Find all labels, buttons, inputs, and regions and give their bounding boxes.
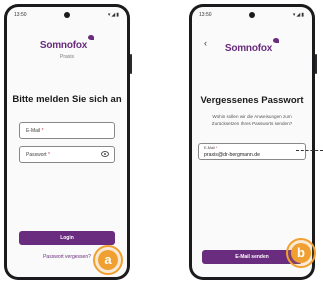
forgot-password-screen: 13:50 ▾◢▮ ‹ Somnofox Vergessenes Passwor… [192,7,312,277]
phone-frame-login: 13:50 ▾◢▮ Somnofox Praxis Bitte melden S… [4,4,132,280]
eye-icon[interactable] [101,151,109,157]
status-bar: 13:50 ▾◢▮ [14,12,120,20]
brand-name: Somnofox [39,40,88,51]
annotation-dashed-line [296,150,323,151]
somnofox-logo-mark-icon [88,35,95,40]
brand-subtitle: Praxis [60,54,74,60]
status-time: 13:50 [14,12,27,18]
phone-side-button [315,54,317,74]
email-field-label: E-Mail * [204,146,218,150]
status-bar: 13:50 ▾◢▮ [199,12,305,20]
page-title: Vergessenes Passwort [200,95,304,106]
app-logo: Somnofox [192,38,312,56]
phone-side-button [130,54,132,74]
brand-name: Somnofox [224,43,273,54]
status-time: 13:50 [199,12,212,18]
app-logo: Somnofox Praxis [7,35,127,60]
login-screen: 13:50 ▾◢▮ Somnofox Praxis Bitte melden S… [7,7,127,277]
annotation-badge-b: b [291,243,311,263]
status-icons: ▾◢▮ [107,12,120,18]
email-field[interactable]: E-Mail * praxis@dr-bergmann.de [198,143,306,160]
page-title: Bitte melden Sie sich an [12,94,122,105]
status-icons: ▾◢▮ [292,12,305,18]
password-field-label: Passwort * [26,152,50,158]
email-field-value: praxis@dr-bergmann.de [204,152,261,158]
login-button[interactable]: Login [19,231,115,245]
camera-cutout [64,12,70,18]
annotation-badge-a: a [98,250,118,270]
email-field[interactable]: E-Mail * [19,122,115,139]
password-field[interactable]: Passwort * [19,146,115,163]
camera-cutout [249,12,255,18]
instructions-text: Wohin sollen wir die Anweisungen zum Zur… [211,114,293,126]
somnofox-logo-mark-icon [273,38,280,43]
email-field-label: E-Mail * [26,128,44,134]
